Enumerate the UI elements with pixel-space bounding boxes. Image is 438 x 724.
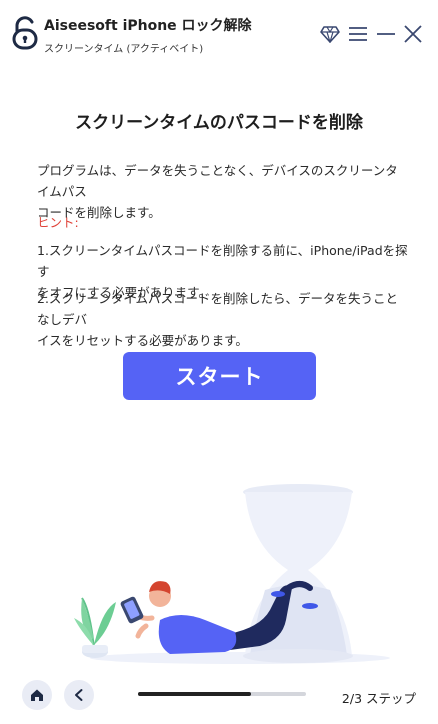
hint-2-line-1: 2.スクリーンタイムパスコードを削除したら、データを失うことなしデバ [37,291,399,327]
back-button[interactable] [64,680,94,710]
app-subtitle: スクリーンタイム (アクティベイト) [44,44,204,55]
minimize-icon [377,33,395,35]
description-line-1: プログラムは、データを失うことなく、デバイスのスクリーンタイムパス [37,163,398,199]
description: プログラムは、データを失うことなく、デバイスのスクリーンタイムパス コードを削除… [37,160,409,223]
hint-label: ヒント: [37,215,79,230]
home-button[interactable] [22,680,52,710]
page-title: スクリーンタイムのパスコードを削除 [75,113,363,133]
hint-2: 2.スクリーンタイムパスコードを削除したら、データを失うことなしデバ イスをリセ… [37,288,409,351]
diamond-icon [320,26,340,43]
app-title: Aiseesoft iPhone ロック解除 [44,18,252,34]
hint-1-line-1: 1.スクリーンタイムパスコードを削除する前に、iPhone/iPadを探す [37,243,408,279]
minimize-button[interactable] [374,22,398,46]
home-icon [31,689,43,701]
unlock-padlock-icon [12,16,38,50]
progress-bar [138,692,306,696]
hint-2-line-2: イスをリセットする必要があります。 [37,333,248,348]
close-button[interactable] [401,22,425,46]
chevron-left-icon [75,689,83,701]
person-with-phone-hourglass-illustration [74,484,390,664]
menu-button[interactable] [346,22,370,46]
progress-fill [138,692,251,696]
step-indicator: 2/3 ステップ [341,691,416,706]
premium-button[interactable] [318,22,342,46]
start-button[interactable]: スタート [123,352,316,400]
title-bar: Aiseesoft iPhone ロック解除 スクリーンタイム (アクティベイト… [0,0,438,68]
hamburger-menu-icon [349,27,367,41]
close-icon [404,25,422,43]
description-line-2: コードを削除します。 [37,205,161,220]
